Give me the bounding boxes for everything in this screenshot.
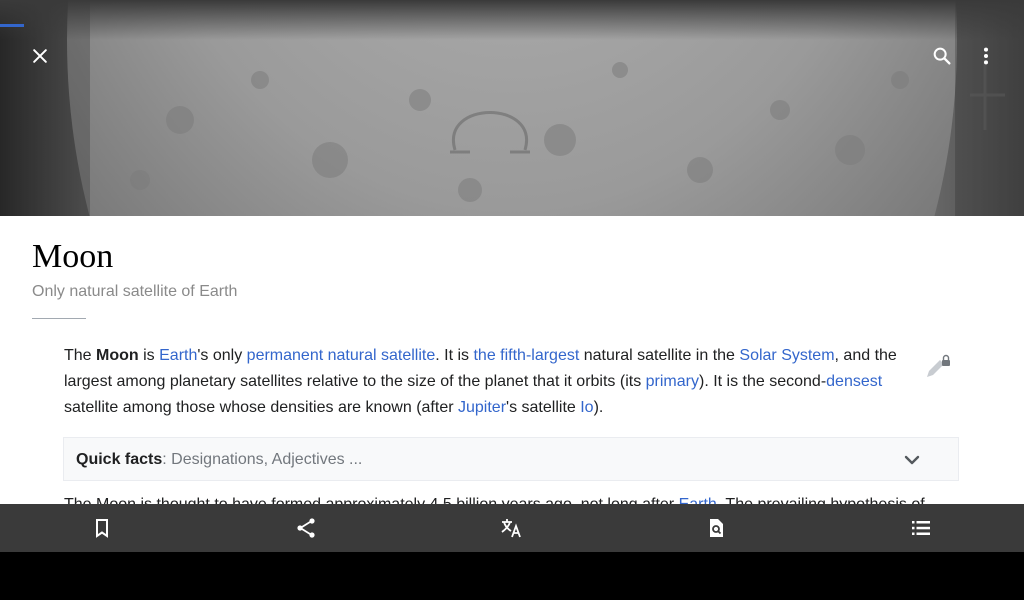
chevron-down-icon[interactable] bbox=[900, 448, 924, 472]
find-in-page-icon[interactable] bbox=[704, 516, 728, 540]
lead-image[interactable] bbox=[0, 0, 1024, 216]
search-icon bbox=[933, 47, 951, 65]
lead-paragraph: The Moon is Earth's only permanent natur… bbox=[64, 347, 897, 416]
reading-progress-bar bbox=[0, 24, 24, 27]
contents-icon[interactable] bbox=[909, 516, 933, 540]
bold-term: Moon bbox=[96, 347, 139, 364]
close-icon bbox=[33, 49, 47, 63]
page-title: Moon bbox=[32, 238, 114, 275]
quick-facts-infobox[interactable]: Quick facts: Designations, Adjectives ..… bbox=[63, 437, 959, 481]
link-permanent-natural-satellite[interactable]: permanent natural satellite bbox=[247, 347, 436, 364]
page-description: Only natural satellite of Earth bbox=[32, 283, 238, 300]
link-io[interactable]: Io bbox=[580, 399, 593, 416]
status-shade bbox=[0, 0, 1024, 40]
link-jupiter[interactable]: Jupiter bbox=[458, 399, 506, 416]
close-button[interactable] bbox=[20, 36, 60, 76]
more-vert-icon bbox=[983, 47, 989, 65]
overflow-menu-button[interactable] bbox=[966, 36, 1006, 76]
quick-facts-label: Quick facts: Designations, Adjectives ..… bbox=[76, 451, 363, 468]
title-divider bbox=[32, 318, 86, 319]
link-densest[interactable]: densest bbox=[826, 373, 882, 390]
link-fifth-largest[interactable]: the fifth-largest bbox=[473, 347, 579, 364]
link-primary[interactable]: primary bbox=[646, 373, 699, 390]
edit-locked-icon[interactable] bbox=[922, 352, 952, 382]
link-solar-system[interactable]: Solar System bbox=[739, 347, 834, 364]
bookmark-icon[interactable] bbox=[90, 516, 114, 540]
page-action-bar bbox=[0, 504, 1024, 552]
search-button[interactable] bbox=[922, 36, 962, 76]
link-earth[interactable]: Earth bbox=[159, 347, 197, 364]
translate-icon[interactable] bbox=[499, 516, 523, 540]
share-icon[interactable] bbox=[294, 516, 318, 540]
article-screen: Moon Only natural satellite of Earth The… bbox=[0, 0, 1024, 552]
